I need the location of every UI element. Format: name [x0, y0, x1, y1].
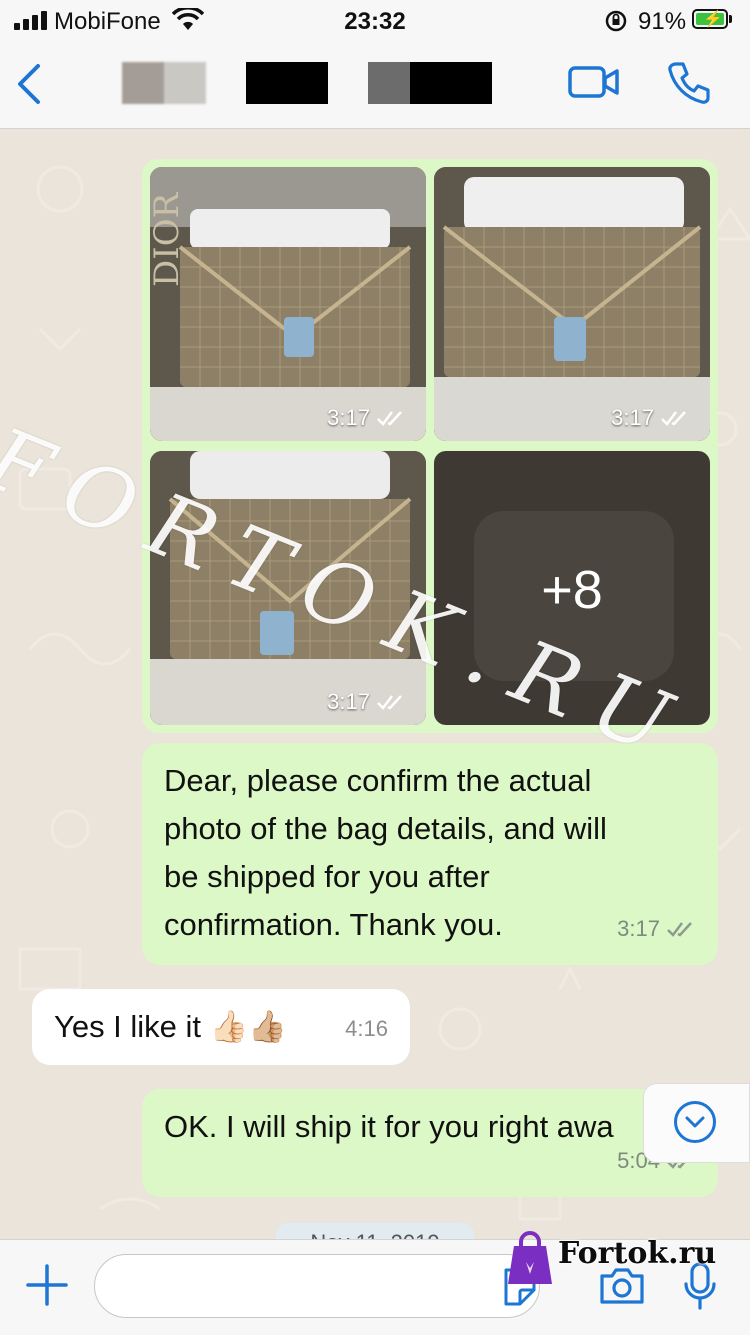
more-photos-tile[interactable]: +8 [434, 451, 710, 725]
double-check-icon [377, 695, 402, 710]
plus-icon[interactable] [24, 1262, 70, 1308]
photo-timestamp: 3:17 [611, 405, 690, 431]
status-bar: MobiFone 23:32 91% ⚡ [0, 0, 750, 40]
chat-area[interactable]: DIOR 3:17 3:17 3:17 +8 Dear, please conf… [0, 129, 750, 1239]
double-check-icon [661, 411, 686, 426]
battery-percentage: 91% [638, 8, 687, 35]
scroll-to-bottom-button[interactable] [643, 1083, 750, 1163]
message-input[interactable] [94, 1254, 540, 1318]
outgoing-message[interactable]: Dear, please confirm the actual photo of… [142, 743, 718, 965]
bag-photo-image: DIOR [150, 167, 426, 441]
photo-timestamp: 3:17 [327, 405, 406, 431]
media-album-bubble: DIOR 3:17 3:17 3:17 +8 [142, 159, 718, 733]
phone-icon[interactable] [666, 60, 712, 106]
site-logo-text: Fortok.ru [558, 1236, 717, 1271]
photo-tile[interactable]: 3:17 [150, 451, 426, 725]
shopping-bag-logo-icon [508, 1231, 552, 1284]
double-check-icon [377, 411, 402, 426]
chevron-down-icon [674, 1101, 716, 1143]
message-timestamp: 3:17 [617, 905, 696, 953]
contact-name-redacted[interactable] [246, 62, 328, 104]
double-check-icon [667, 922, 692, 937]
photo-timestamp: 3:17 [327, 689, 406, 715]
date-divider: Nov 11, 2019 [276, 1223, 474, 1239]
site-logo: Fortok.ru [500, 1228, 750, 1288]
battery-icon: ⚡ [692, 9, 728, 29]
chevron-left-icon[interactable] [14, 62, 44, 106]
photo-tile[interactable]: 3:17 [434, 167, 710, 441]
incoming-message[interactable]: Yes I like it 👍🏻👍🏼 4:16 [32, 989, 410, 1065]
photo-tile[interactable]: DIOR 3:17 [150, 167, 426, 441]
message-text: Dear, please confirm the actual photo of… [164, 763, 607, 942]
rotation-lock-icon [605, 10, 627, 32]
message-text: OK. I will ship it for you right awa [164, 1109, 614, 1144]
more-photos-count: +8 [541, 560, 603, 620]
bag-photo-image [434, 167, 710, 441]
message-timestamp: 4:16 [345, 1016, 388, 1041]
video-camera-icon[interactable] [568, 64, 620, 100]
bag-photo-image [150, 451, 426, 725]
battery-tip [729, 15, 732, 23]
message-text: Yes I like it 👍🏻👍🏼 [54, 1009, 287, 1044]
outgoing-message[interactable]: OK. I will ship it for you right awa 5:0… [142, 1089, 718, 1197]
chat-header [0, 40, 750, 129]
contact-status-redacted [368, 62, 492, 104]
contact-avatar[interactable] [122, 62, 206, 104]
